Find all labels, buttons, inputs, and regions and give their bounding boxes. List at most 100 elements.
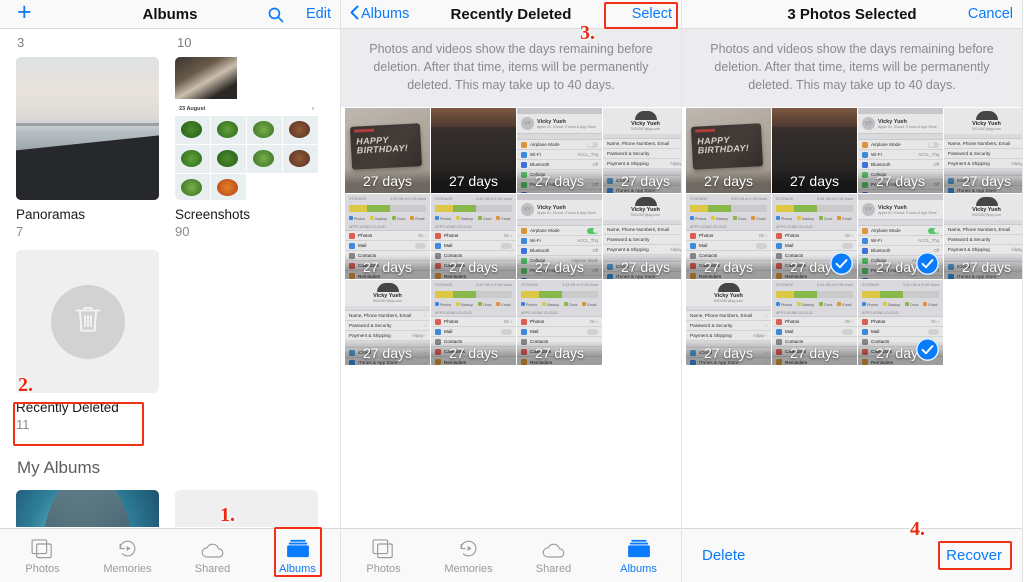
tab-label: Photos	[366, 562, 401, 575]
photo-cell[interactable]: STORAGE 5.53 GB of 5 GB Used Photos Backup…	[517, 280, 602, 366]
recover-button[interactable]: Recover	[946, 547, 1002, 564]
photo-cell[interactable]: STORAGE 5.53 GB of 5 GB Used Photos Backup…	[772, 280, 857, 366]
tab-albums[interactable]: Albums	[596, 537, 681, 575]
photo-cell[interactable]: Vicky Yueh 5924367@qq.com Name, Phone Num…	[345, 280, 430, 366]
screenshot-thumb-date: 23 August	[179, 106, 206, 112]
photo-cell[interactable]: STORAGE 5.53 GB of 5 GB Used Photos Backup…	[858, 280, 943, 366]
days-remaining-label: 27 days	[603, 255, 681, 280]
recently-deleted-note: Photos and videos show the days remainin…	[682, 29, 1022, 108]
photo-cell[interactable]: VY Vicky Yueh Apple ID, iCloud, iTunes & …	[858, 194, 943, 280]
days-remaining-label: 27 days	[772, 341, 857, 366]
days-remaining-label: 27 days	[772, 169, 857, 194]
recently-deleted-note: Photos and videos show the days remainin…	[341, 29, 681, 108]
back-button-albums[interactable]: Albums	[350, 5, 409, 24]
photo-cell[interactable]: STORAGE 5.53 GB of 5 GB Used Photos Backup…	[686, 194, 771, 280]
album-title: Panoramas	[16, 207, 86, 222]
days-remaining-label: 27 days	[686, 169, 771, 194]
photo-cell[interactable]: STORAGE 5.53 GB of 5 GB Used Photos Backup…	[431, 194, 516, 280]
albums-scroll-area[interactable]: 3 10 Panoramas 7 23 August › Screenshots…	[0, 29, 340, 527]
photo-cell[interactable]: Vicky Yueh 5924367@qq.com Name, Phone Num…	[944, 194, 1022, 280]
edit-button[interactable]: Edit	[306, 6, 331, 22]
album-count: 90	[175, 224, 190, 239]
memories-icon	[458, 537, 479, 559]
albums-folder-icon	[627, 537, 651, 559]
albums-navbar: + Albums Edit	[0, 0, 340, 29]
tab-label: Albums	[279, 562, 316, 575]
photos-icon	[30, 537, 55, 559]
photo-grid-panel2[interactable]: HAPPY BIRTHDAY! 27 days 27 days VY Vicky Y…	[341, 107, 681, 366]
days-remaining-label: 27 days	[345, 169, 430, 194]
photos-icon	[372, 537, 396, 559]
tab-label: Shared	[535, 562, 572, 575]
memories-icon	[117, 537, 138, 559]
trash-icon	[71, 302, 105, 341]
photo-grid-panel3[interactable]: HAPPY BIRTHDAY! 27 days 27 days VY Vicky Y…	[682, 107, 1022, 366]
cloud-icon	[200, 537, 226, 559]
days-remaining-label: 27 days	[431, 255, 516, 280]
album-empty-slot	[175, 250, 318, 432]
photo-cell[interactable]: STORAGE 5.53 GB of 5 GB Used Photos Backup…	[431, 280, 516, 366]
tab-label: Memories	[103, 562, 152, 575]
album-item-recently-deleted[interactable]: Recently Deleted 11	[16, 250, 159, 432]
album-count-partial-right: 10	[177, 35, 192, 50]
photo-cell[interactable]: VY Vicky Yueh Apple ID, iCloud, iTunes & …	[517, 108, 602, 194]
photo-cell[interactable]: Vicky Yueh 5924367@qq.com Name, Phone Num…	[686, 280, 771, 366]
tab-memories[interactable]: Memories	[426, 537, 511, 575]
tab-label: Photos	[25, 562, 60, 575]
days-remaining-label: 27 days	[345, 255, 430, 280]
tab-memories[interactable]: Memories	[85, 537, 170, 575]
tab-photos[interactable]: Photos	[0, 537, 85, 575]
photo-cell[interactable]: 27 days	[772, 108, 857, 194]
photo-cell[interactable]: HAPPY BIRTHDAY! 27 days	[345, 108, 430, 194]
cloud-icon	[541, 537, 567, 559]
days-remaining-label: 27 days	[345, 341, 430, 366]
select-button[interactable]: Select	[632, 6, 672, 22]
add-album-button[interactable]: +	[17, 0, 32, 25]
days-remaining-label: 27 days	[686, 341, 771, 366]
search-icon[interactable]	[267, 6, 284, 23]
my-album-thumbnail-2[interactable]	[175, 490, 318, 527]
days-remaining-label: 27 days	[517, 341, 602, 366]
album-item-screenshots[interactable]: 23 August › Screenshots 90	[175, 57, 318, 239]
album-thumbnail-screenshots: 23 August ›	[175, 57, 318, 200]
album-title: Recently Deleted	[16, 400, 119, 415]
photo-cell[interactable]: Vicky Yueh 5924367@qq.com Name, Phone Num…	[603, 108, 681, 194]
chevron-right-icon: ›	[312, 106, 314, 112]
tabbar-panel2: Photos Memories Shared Albums	[341, 528, 681, 582]
tab-label: Shared	[194, 562, 231, 575]
days-remaining-label: 27 days	[686, 255, 771, 280]
photo-cell[interactable]: STORAGE 5.53 GB of 5 GB Used Photos Backup…	[345, 194, 430, 280]
cancel-button[interactable]: Cancel	[968, 6, 1013, 22]
selected-navbar: 3 Photos Selected Cancel	[682, 0, 1022, 29]
my-album-thumbnail-1[interactable]	[16, 490, 159, 527]
photo-cell[interactable]: VY Vicky Yueh Apple ID, iCloud, iTunes & …	[517, 194, 602, 280]
tab-shared[interactable]: Shared	[511, 537, 596, 575]
tab-label: Memories	[444, 562, 493, 575]
album-title: Screenshots	[175, 207, 251, 222]
panel-photos-selected: 3 Photos Selected Cancel Photos and vide…	[682, 0, 1023, 582]
delete-button[interactable]: Delete	[702, 547, 745, 564]
days-remaining-label: 27 days	[603, 169, 681, 194]
tab-albums[interactable]: Albums	[255, 537, 340, 575]
chevron-left-icon	[350, 5, 359, 24]
photo-cell[interactable]: Vicky Yueh 5924367@qq.com Name, Phone Num…	[603, 194, 681, 280]
days-remaining-label: 27 days	[517, 169, 602, 194]
days-remaining-label: 27 days	[431, 169, 516, 194]
three-panel-tutorial-screenshot: + Albums Edit 3 10 Panoramas 7 23 August…	[0, 0, 1024, 582]
album-count-partial-left: 3	[17, 35, 25, 50]
photo-cell[interactable]: VY Vicky Yueh Apple ID, iCloud, iTunes & …	[858, 108, 943, 194]
tab-shared[interactable]: Shared	[170, 537, 255, 575]
album-item-panoramas[interactable]: Panoramas 7	[16, 57, 159, 239]
days-remaining-label: 27 days	[944, 169, 1022, 194]
photo-cell[interactable]: HAPPY BIRTHDAY! 27 days	[686, 108, 771, 194]
days-remaining-label: 27 days	[431, 341, 516, 366]
photo-cell[interactable]: 27 days	[431, 108, 516, 194]
album-count: 11	[16, 417, 30, 432]
photo-cell[interactable]: Vicky Yueh 5924367@qq.com Name, Phone Num…	[944, 108, 1022, 194]
albums-folder-icon	[286, 537, 310, 559]
tab-photos[interactable]: Photos	[341, 537, 426, 575]
photo-cell[interactable]: STORAGE 5.53 GB of 5 GB Used Photos Backup…	[772, 194, 857, 280]
album-thumbnail-recently-deleted	[16, 250, 159, 393]
album-count: 7	[16, 224, 24, 239]
album-thumbnail-panoramas	[16, 57, 159, 200]
